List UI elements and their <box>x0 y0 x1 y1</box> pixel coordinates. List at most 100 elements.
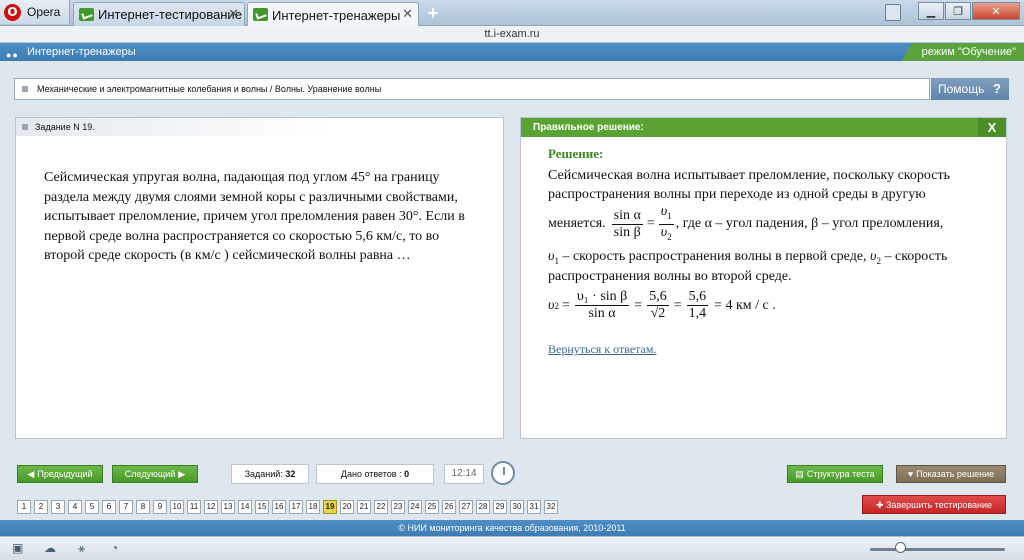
fraction-numerator: υ₁ · sin β <box>574 289 630 306</box>
heart-icon: ♥ <box>907 469 914 479</box>
topic-breadcrumb: Механические и электромагнитные колебани… <box>14 78 930 100</box>
close-tab-icon[interactable]: ✕ <box>228 6 239 22</box>
arrow-left-icon: ◀ <box>27 469 35 479</box>
opera-logo-icon: O <box>4 3 21 21</box>
answers-count: 0 <box>404 469 410 479</box>
solution-line: Сейсмическая волна испытывает преломлени… <box>548 168 950 183</box>
task-number-button[interactable]: 1 <box>17 500 31 514</box>
task-number-button[interactable]: 19 <box>323 500 337 514</box>
tab-title: Интернет-тренажеры <box>272 7 401 23</box>
solution-line: υ1 – скорость распространения волны в пе… <box>548 249 947 266</box>
tab-title: Интернет-тестирование <box>98 7 242 22</box>
fraction-denominator: sin α <box>588 306 616 321</box>
task-number-button[interactable]: 12 <box>204 500 218 514</box>
address-bar[interactable]: tt.i-exam.ru <box>0 26 1024 43</box>
subscript: 2 <box>554 300 559 311</box>
task-number-button[interactable]: 17 <box>289 500 303 514</box>
task-number-button[interactable]: 24 <box>408 500 422 514</box>
close-tab-icon[interactable]: ✕ <box>402 6 413 22</box>
task-number-button[interactable]: 29 <box>493 500 507 514</box>
task-number-button[interactable]: 18 <box>306 500 320 514</box>
task-number-list: 1 2 3 4 5 6 7 8 9 10 11 12 13 14 15 16 17 18 19 20 21 22 23 24 2… <box>17 500 558 514</box>
task-number-button[interactable]: 6 <box>102 500 116 514</box>
task-number-button[interactable]: 2 <box>34 500 48 514</box>
task-number-button[interactable]: 3 <box>51 500 65 514</box>
task-number-button[interactable]: 7 <box>119 500 133 514</box>
task-number-button[interactable]: 16 <box>272 500 286 514</box>
opera-menu-label: Opera <box>27 5 61 19</box>
solution-header-label: Правильное решение: <box>533 122 644 133</box>
show-solution-button[interactable]: ♥ Показать решение <box>896 465 1006 483</box>
close-solution-button[interactable]: X <box>978 118 1006 137</box>
app-title: Интернет-тренажеры <box>27 46 136 58</box>
test-structure-button[interactable]: ▤ Структура теста <box>787 465 883 483</box>
task-number-button[interactable]: 28 <box>476 500 490 514</box>
structure-label: Структура теста <box>806 469 875 479</box>
task-number-button[interactable]: 8 <box>136 500 150 514</box>
help-label: Помощь <box>938 82 985 96</box>
fraction-numerator: 5,6 <box>647 289 669 306</box>
answers-counter: Дано ответов : 0 <box>316 464 434 484</box>
show-solution-label: Показать решение <box>916 469 995 479</box>
runner-icon: ✚ <box>875 500 886 510</box>
finish-test-button[interactable]: ✚ Завершить тестирование <box>862 495 1006 514</box>
fraction-numerator: sin α <box>611 207 643 225</box>
task-number-button[interactable]: 22 <box>374 500 388 514</box>
result-formula: υ2 = υ₁ · sin β sin α = 5,6 √2 = 5,6 1,4… <box>548 289 776 322</box>
help-button[interactable]: Помощь ? <box>931 78 1009 100</box>
previous-button[interactable]: ◀ Предыдущий <box>17 465 103 483</box>
task-number-button[interactable]: 31 <box>527 500 541 514</box>
checkmark-icon <box>253 8 268 21</box>
restore-window-button[interactable]: ❐ <box>945 2 971 20</box>
zoom-slider[interactable] <box>870 548 1005 551</box>
solution-panel: Правильное решение: X Решение: Сейсмичес… <box>520 117 1007 439</box>
task-number-button[interactable]: 15 <box>255 500 269 514</box>
task-number-button[interactable]: 26 <box>442 500 456 514</box>
mode-badge: режим "Обучение" <box>901 43 1024 61</box>
task-number-button[interactable]: 23 <box>391 500 405 514</box>
formula-fraction: 5,6 √2 <box>647 289 669 322</box>
trash-icon[interactable] <box>885 4 901 21</box>
task-number-button[interactable]: 27 <box>459 500 473 514</box>
minimize-window-button[interactable]: ▁ <box>918 2 944 20</box>
task-number-button[interactable]: 30 <box>510 500 524 514</box>
app-header: ●● Интернет-тренажеры режим "Обучение" <box>0 43 1024 61</box>
task-number-button[interactable]: 10 <box>170 500 184 514</box>
task-number-button[interactable]: 4 <box>68 500 82 514</box>
fraction-denominator: sin β <box>613 224 641 240</box>
next-button[interactable]: Следующий ▶ <box>112 465 198 483</box>
task-number-button[interactable]: 25 <box>425 500 439 514</box>
question-icon: ? <box>993 81 1001 96</box>
task-number-button[interactable]: 9 <box>153 500 167 514</box>
close-window-button[interactable]: ✕ <box>972 2 1020 20</box>
task-number-label: Задание N 19. <box>35 122 95 132</box>
solution-line: распространения волны во второй среде. <box>548 269 792 284</box>
task-number-button[interactable]: 14 <box>238 500 252 514</box>
network-icon[interactable]: ⚹ <box>78 542 92 554</box>
task-number-button[interactable]: 21 <box>357 500 371 514</box>
tasks-counter: Заданий: 32 <box>231 464 309 484</box>
task-number-button[interactable]: 11 <box>187 500 201 514</box>
cloud-icon[interactable]: ☁ <box>44 542 58 554</box>
task-number-button[interactable]: 20 <box>340 500 354 514</box>
tab-internet-trainers[interactable]: Интернет-тренажеры ✕ <box>247 2 419 27</box>
opera-menu-button[interactable]: O Opera <box>0 0 70 24</box>
task-number-button[interactable]: 5 <box>85 500 99 514</box>
new-tab-icon[interactable]: + <box>424 3 442 24</box>
zoom-slider-handle[interactable] <box>895 542 906 553</box>
panel-toggle-icon[interactable]: ▣ <box>12 542 26 554</box>
tab-internet-testing[interactable]: Интернет-тестирование ✕ <box>73 2 245 26</box>
task-number-button[interactable]: 13 <box>221 500 235 514</box>
clock-icon <box>491 461 515 485</box>
formula-fraction: sin α sin β <box>611 207 643 241</box>
task-header: Задание N 19. <box>16 118 332 136</box>
arrow-right-icon: ▶ <box>178 469 186 479</box>
tasks-label: Заданий: <box>244 469 283 479</box>
back-to-answers-link[interactable]: Вернуться к ответам. <box>548 342 656 357</box>
solution-heading: Решение: <box>548 146 604 161</box>
tasks-count: 32 <box>285 469 296 479</box>
formula-fraction: 5,6 1,4 <box>686 289 709 322</box>
speed-dial-icon[interactable]: ◔ <box>111 542 125 554</box>
fraction-denominator: 1,4 <box>688 306 707 321</box>
task-number-button[interactable]: 32 <box>544 500 558 514</box>
